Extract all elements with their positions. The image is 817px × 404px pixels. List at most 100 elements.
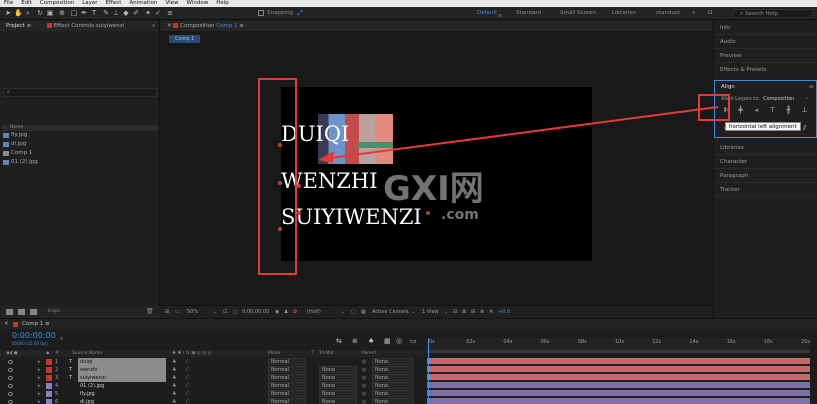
trkmat-dropdown[interactable]: None [319, 382, 357, 389]
ruler-tick-label: 0s [429, 339, 435, 345]
layer-name[interactable]: di.jpg [78, 398, 166, 404]
mode-dropdown[interactable]: Normal [268, 398, 306, 404]
mode-dropdown[interactable]: Normal [268, 382, 306, 389]
trkmat-dropdown[interactable]: None [319, 366, 357, 373]
table-row[interactable]: ▸ 5 fly.jpg ♣ / Normal None ◎ None [0, 390, 425, 398]
layer-name[interactable]: duiqi [78, 358, 166, 366]
quality-switch-icon[interactable]: / [186, 374, 188, 382]
parent-dropdown[interactable]: None [372, 382, 414, 389]
expand-chevron-icon[interactable]: ▸ [38, 366, 41, 374]
layer-duration-bar[interactable] [427, 390, 810, 397]
expand-chevron-icon[interactable]: ▸ [38, 398, 41, 404]
layer-type-icon: T [69, 359, 73, 365]
pick-whip-icon[interactable]: ◎ [362, 366, 366, 374]
quality-switch-icon[interactable]: / [186, 358, 188, 366]
expand-chevron-icon[interactable]: ▸ [38, 358, 41, 366]
quality-switch-icon[interactable]: / [186, 382, 188, 390]
quality-switch-icon[interactable]: / [186, 390, 188, 398]
eye-icon[interactable] [8, 392, 13, 396]
mode-dropdown[interactable]: Normal [268, 358, 306, 365]
ruler-tick-label: 18s [763, 339, 773, 345]
layer-name[interactable]: 01 (2).jpg [78, 382, 166, 390]
shy-switch-icon[interactable]: ♣ [172, 398, 176, 404]
eye-icon[interactable] [8, 384, 13, 388]
time-ruler[interactable]: 0s 02s 04s 06s 08s 10s 12s 14s 16s 18s 20s [427, 338, 810, 350]
pick-whip-icon[interactable]: ◎ [362, 390, 366, 398]
ruler-tick-label: 12s [652, 339, 662, 345]
label-color-swatch[interactable] [46, 375, 52, 381]
layer-name[interactable]: fly.jpg [78, 390, 166, 398]
parent-dropdown[interactable]: None [372, 358, 414, 365]
draft-3d-icon[interactable]: ⊛ [352, 337, 358, 345]
shy-switch-icon[interactable]: ♣ [172, 358, 176, 366]
eye-icon[interactable] [8, 368, 13, 372]
trkmat-dropdown[interactable]: None [319, 398, 357, 404]
layer-duration-bar[interactable] [427, 358, 810, 365]
layer-duration-bar[interactable] [427, 382, 810, 389]
close-icon[interactable]: ✕ [4, 319, 9, 329]
eye-icon[interactable] [8, 376, 13, 380]
frame-blending-icon[interactable]: ▦ [384, 337, 391, 345]
expand-chevron-icon[interactable]: ▸ [38, 390, 41, 398]
ruler-tick-label: 10s [615, 339, 624, 345]
table-row[interactable]: ▸ 6 di.jpg ♣ / Normal None ◎ None [0, 398, 425, 404]
mode-dropdown[interactable]: Normal [268, 390, 306, 397]
parent-dropdown[interactable]: None [372, 374, 414, 381]
search-icon[interactable]: ⌕ [60, 335, 63, 343]
mode-header: Mode [268, 351, 281, 356]
table-row[interactable]: ▸ 2 Twenzhi ♣ / Normal None ◎ None [0, 366, 425, 374]
parent-dropdown[interactable]: None [372, 398, 414, 404]
mode-dropdown[interactable]: Normal [268, 366, 306, 373]
ruler-tick-label: 20s [801, 339, 810, 345]
mode-dropdown[interactable]: Normal [268, 374, 306, 381]
comp-mini-flowchart-icon[interactable]: ⇆ [336, 337, 342, 345]
av-features-icon: ◉◐● [6, 351, 18, 356]
layer-type-icon: T [69, 375, 73, 381]
pick-whip-icon[interactable]: ◎ [362, 398, 366, 404]
table-row[interactable]: ▸ 4 01 (2).jpg ♣ / Normal None ◎ None [0, 382, 425, 390]
layer-name[interactable]: wenzhi [78, 366, 166, 374]
quality-switch-icon[interactable]: / [186, 398, 188, 404]
eye-icon[interactable] [8, 360, 13, 364]
shy-switch-icon[interactable]: ♣ [172, 382, 176, 390]
layer-duration-bar[interactable] [427, 366, 810, 373]
label-color-swatch[interactable] [46, 399, 52, 404]
work-area-bar[interactable] [427, 350, 810, 353]
expand-chevron-icon[interactable]: ▸ [38, 374, 41, 382]
ruler-tick-label: 08s [577, 339, 587, 345]
shy-layers-icon[interactable]: ♠ [368, 337, 374, 345]
pick-whip-icon[interactable]: ◎ [362, 382, 366, 390]
motion-blur-icon[interactable]: ◎ [396, 337, 402, 345]
label-color-swatch[interactable] [46, 367, 52, 373]
pick-whip-icon[interactable]: ◎ [362, 358, 366, 366]
frame-rate-label: 00000 (25.00 fps) [12, 341, 48, 346]
tab-comp1[interactable]: Comp 1 [22, 321, 43, 327]
trkmat-dropdown[interactable]: None [319, 390, 357, 397]
expand-chevron-icon[interactable]: ▸ [38, 382, 41, 390]
label-color-swatch[interactable] [46, 391, 52, 397]
quality-switch-icon[interactable]: / [186, 366, 188, 374]
graph-editor-icon[interactable]: ▭ [410, 337, 417, 345]
eye-icon[interactable] [8, 400, 13, 404]
parent-dropdown[interactable]: None [372, 366, 414, 373]
parent-dropdown[interactable]: None [372, 390, 414, 397]
layer-number: 4 [55, 383, 59, 389]
label-color-swatch[interactable] [46, 383, 52, 389]
current-time-display[interactable]: 0:00:00:00 [12, 331, 56, 340]
timeline-tabbar: ✕ Comp 1 ≡ [0, 319, 817, 329]
trkmat-dropdown[interactable]: None [319, 374, 357, 381]
pick-whip-icon[interactable]: ◎ [362, 374, 366, 382]
label-color-swatch[interactable] [46, 359, 52, 365]
ruler-tick-label: 02s [466, 339, 476, 345]
shy-switch-icon[interactable]: ♣ [172, 366, 176, 374]
layer-duration-bar[interactable] [427, 398, 810, 404]
source-name-header[interactable]: Source Name [72, 350, 102, 357]
layer-name[interactable]: suiyiwenzi [78, 374, 166, 382]
layer-duration-bar[interactable] [427, 374, 810, 381]
table-row[interactable]: ▸ 3 Tsuiyiwenzi ♣ / Normal None ◎ None [0, 374, 425, 382]
playhead[interactable] [428, 338, 429, 404]
table-row[interactable]: ▸ 1 Tduiqi ♣ / Normal ◎ None [0, 358, 425, 366]
shy-switch-icon[interactable]: ♣ [172, 374, 176, 382]
timeline-tab-menu-icon[interactable]: ≡ [45, 321, 50, 327]
shy-switch-icon[interactable]: ♣ [172, 390, 176, 398]
